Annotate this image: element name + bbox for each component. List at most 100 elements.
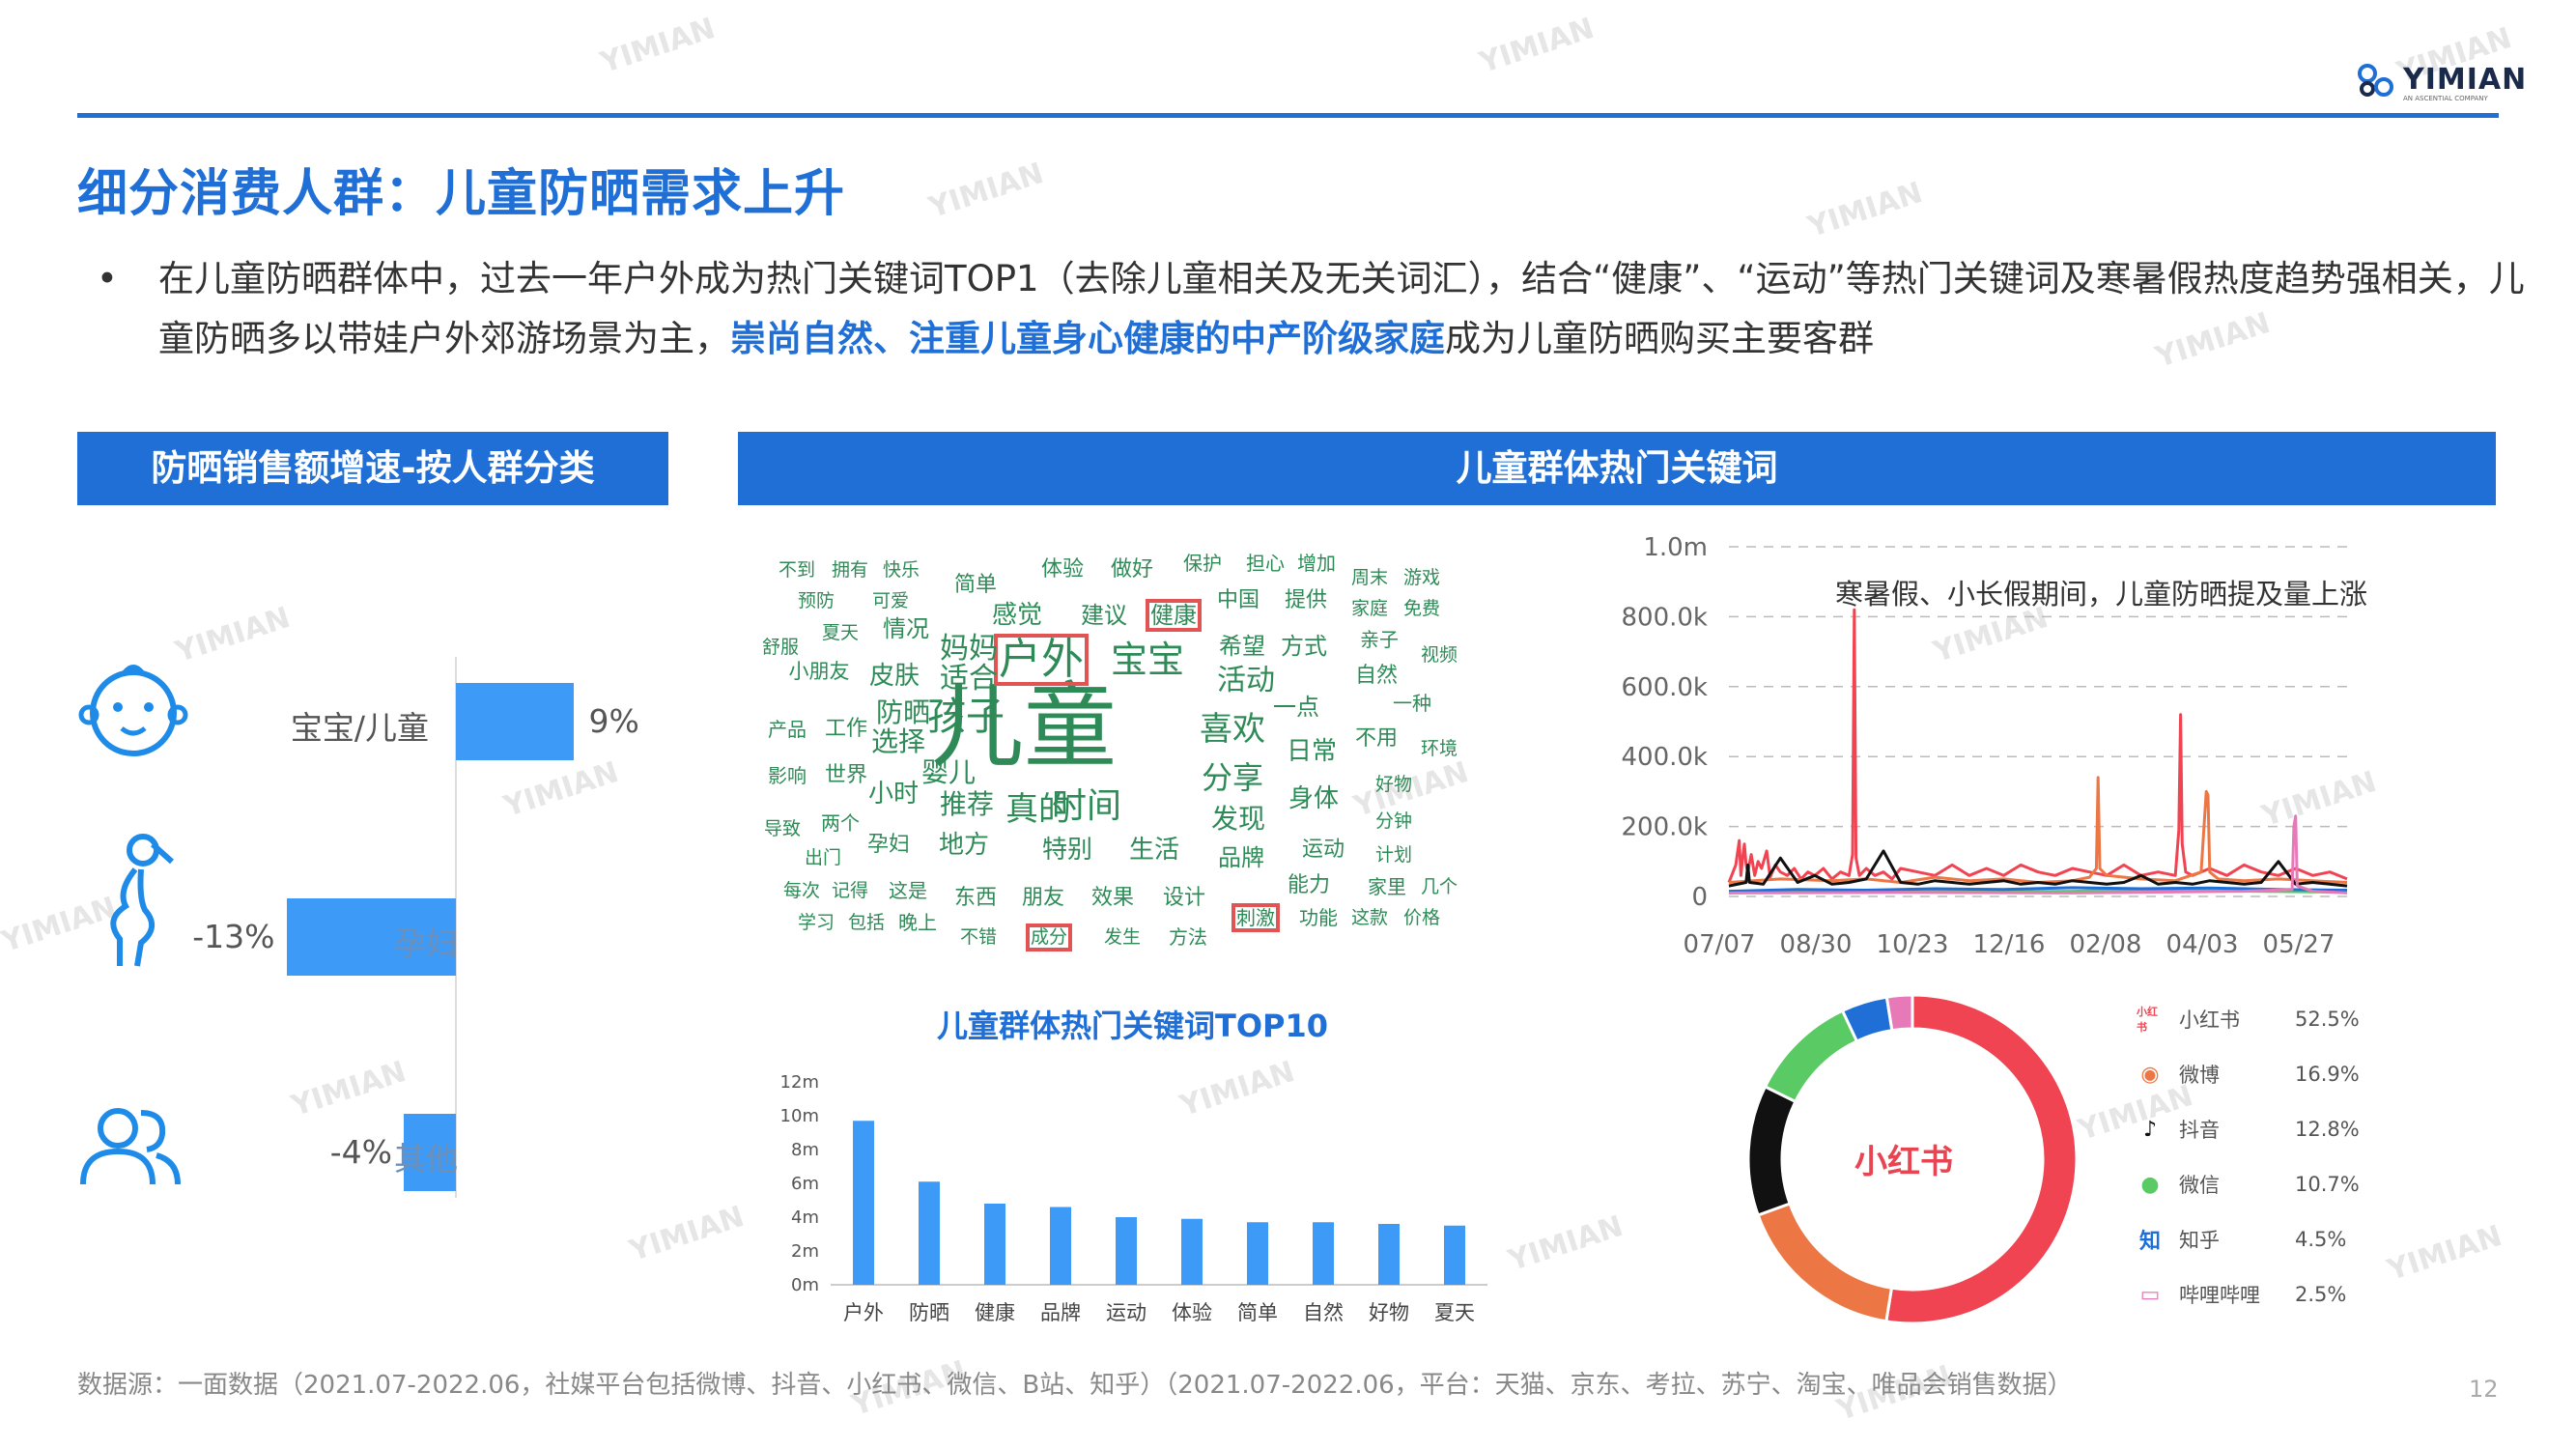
keyword: 活动 (1217, 664, 1275, 697)
y-tick-label: 400.0k (1622, 743, 1709, 772)
y-tick-label: 12m (780, 1072, 819, 1093)
keyword: 担心 (1246, 552, 1285, 575)
keyword: 导致 (763, 817, 802, 839)
legend-name: 知乎 (2179, 1229, 2220, 1252)
keyword: 不错 (959, 925, 998, 948)
x-tick-label: 户外 (843, 1301, 884, 1324)
legend-name: 微博 (2179, 1064, 2220, 1087)
legend-value: 2.5% (2295, 1283, 2347, 1306)
bullet-highlight: 崇尚自然、注重儿童身心健康的中产阶级家庭 (730, 318, 1445, 359)
x-tick-label: 健康 (975, 1301, 1015, 1324)
keyword: 记得 (831, 879, 869, 901)
keyword: 防晒 (875, 696, 931, 728)
keyword: 计划 (1374, 843, 1413, 866)
y-tick-label: 4m (791, 1208, 819, 1228)
watermark-text: YIMIAN (625, 1199, 749, 1269)
y-tick-label: 200.0k (1622, 813, 1709, 842)
keyword: 宝宝 (1110, 639, 1185, 681)
keyword-bar (1378, 1224, 1400, 1285)
yimian-logo-icon (2358, 64, 2393, 97)
legend-name: 小红书 (2179, 1009, 2240, 1032)
keyword: 孕妇 (866, 833, 911, 857)
keyword: 家里 (1368, 875, 1406, 898)
keyword: 包括 (847, 911, 886, 933)
y-tick-label: 600.0k (1622, 673, 1709, 702)
y-tick-label: 800.0k (1622, 603, 1709, 632)
keyword: 几个 (1420, 875, 1458, 897)
donut-slice (1756, 1202, 1894, 1323)
donut-center-label: 小红书 (1854, 1143, 1953, 1181)
top10-chart-title: 儿童群体热门关键词TOP10 (937, 1008, 1329, 1044)
watermark-text: YIMIAN (2383, 1218, 2506, 1289)
bullet-text-b: 成为儿童防晒购买主要客群 (1445, 318, 1874, 359)
keyword: 价格 (1402, 906, 1441, 928)
segment-bar (456, 683, 574, 760)
keyword: 小朋友 (788, 659, 850, 683)
legend-name: 微信 (2179, 1174, 2220, 1197)
keyword: 拥有 (831, 558, 869, 581)
keyword: 功能 (1299, 906, 1338, 929)
legend-value: 52.5% (2295, 1008, 2360, 1031)
keyword: 选择 (870, 725, 926, 757)
brand-logo: YIMIAN AN ASCENTIAL COMPANY (2357, 56, 2527, 102)
keyword-bar (919, 1181, 940, 1285)
douyin-icon: ♪ (2142, 1117, 2158, 1142)
segment-value: -13% (192, 918, 275, 955)
keyword: 方法 (1169, 925, 1207, 949)
keyword: 一种 (1393, 692, 1431, 715)
trend-series-line (1727, 608, 2348, 884)
watermark-text: YIMIAN (596, 11, 720, 81)
keyword: 情况 (883, 615, 929, 642)
highlighted-keyword: 刺激 (1231, 903, 1280, 932)
y-tick-label: 8m (791, 1140, 819, 1160)
keyword: 家庭 (1350, 597, 1389, 619)
keyword: 提供 (1284, 588, 1328, 612)
bullet-text: 在儿童防晒群体中，过去一年户外成为热门关键词TOP1（去除儿童相关及无关词汇），… (158, 249, 2531, 369)
legend-item: ● 微信 10.7% (2137, 1170, 2360, 1199)
watermark-text: YIMIAN (1504, 1208, 1628, 1279)
keyword: 视频 (1420, 643, 1458, 666)
keyword: 免费 (1402, 597, 1441, 619)
highlighted-keyword: 成分 (1025, 923, 1073, 952)
keyword: 推荐 (939, 788, 995, 820)
keyword: 日常 (1286, 737, 1338, 766)
segment-label: 其他 (394, 1140, 458, 1178)
keyword: 工作 (824, 717, 868, 741)
trend-series-line (1728, 776, 2348, 884)
keyword: 快乐 (882, 558, 920, 581)
legend-value: 10.7% (2295, 1173, 2360, 1196)
people-icon (80, 1108, 181, 1185)
keyword: 夏天 (821, 621, 860, 643)
segment-label: 孕妇 (394, 924, 458, 962)
keyword: 品牌 (1218, 844, 1264, 871)
bilibili-icon: ▭ (2139, 1282, 2161, 1307)
keyword: 好物 (1374, 773, 1413, 795)
keyword: 两个 (821, 811, 860, 835)
keyword-bar (1313, 1222, 1334, 1285)
watermark-text: YIMIAN (499, 754, 623, 825)
x-tick-label: 防晒 (909, 1301, 949, 1324)
keyword: 小时 (867, 780, 920, 809)
x-tick-label: 简单 (1237, 1301, 1278, 1324)
keyword: 运动 (1301, 838, 1345, 862)
donut-slice (1763, 1009, 1859, 1104)
x-tick-label: 夏天 (1434, 1301, 1475, 1324)
wechat-icon: ● (2140, 1172, 2160, 1197)
keyword: 做好 (1110, 557, 1154, 582)
legend-item: ◉ 微博 16.9% (2137, 1060, 2360, 1089)
keyword: 分钟 (1374, 810, 1413, 832)
legend-name: 哔哩哔哩 (2179, 1284, 2260, 1307)
keyword: 适合 (940, 662, 998, 696)
pregnant-woman-icon (110, 834, 175, 967)
keyword: 地方 (938, 831, 990, 860)
keyword: 妈妈 (940, 632, 998, 666)
keyword: 特别 (1041, 836, 1093, 865)
keyword: 周末 (1350, 566, 1389, 588)
legend-value: 4.5% (2295, 1228, 2347, 1251)
left-panel-header: 防晒销售额增速-按人群分类 (77, 432, 668, 505)
keyword: 希望 (1219, 633, 1265, 660)
legend-value: 16.9% (2295, 1063, 2360, 1086)
keyword: 中国 (1216, 588, 1260, 612)
keyword: 晚上 (898, 911, 937, 934)
x-tick-label: 自然 (1303, 1301, 1344, 1324)
